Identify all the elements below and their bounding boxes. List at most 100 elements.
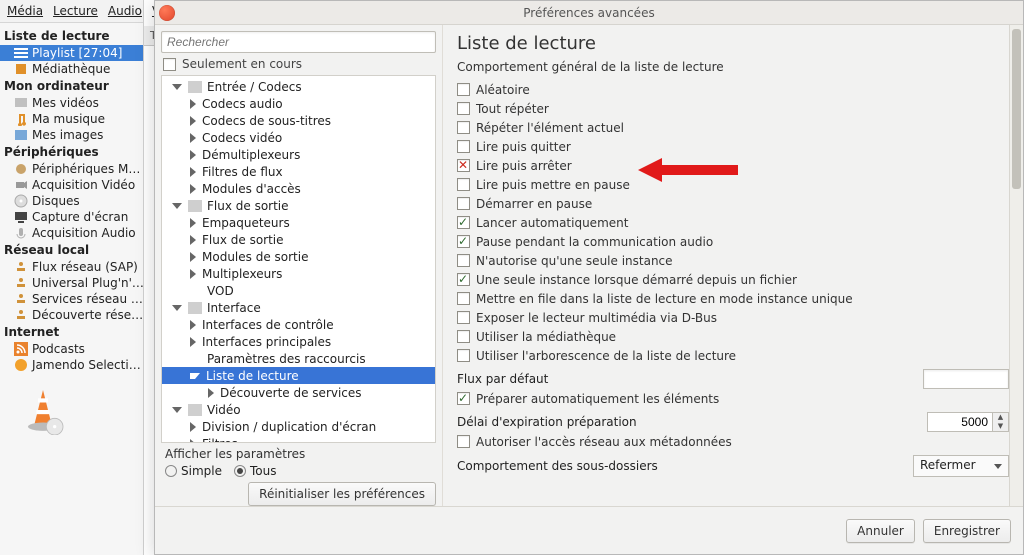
opt-allow-net[interactable]: Autoriser l'accès réseau aux métadonnées (457, 432, 1009, 451)
tree-stream-filters[interactable]: Filtres de flux (162, 163, 435, 180)
default-stream-input[interactable] (923, 369, 1009, 389)
lib-item-disks[interactable]: Disques (0, 193, 143, 209)
opt-dbus[interactable]: Exposer le lecteur multimédia via D-Bus (457, 308, 1009, 327)
opt-single-instance[interactable]: N'autorise qu'une seule instance (457, 251, 1009, 270)
radio-simple[interactable]: Simple (165, 464, 222, 478)
lib-item-playlist[interactable]: Playlist [27:04] (0, 45, 143, 61)
opt-use-media[interactable]: Utiliser la médiathèque (457, 327, 1009, 346)
opt-random[interactable]: Aléatoire (457, 80, 1009, 99)
tree-codecs-subtitles[interactable]: Codecs de sous-titres (162, 112, 435, 129)
tree-hotkeys[interactable]: Paramètres des raccourcis (162, 350, 435, 367)
chevron-down-icon: ▼ (993, 422, 1008, 431)
lib-item-jamendo[interactable]: Jamendo Selecti… (0, 357, 143, 373)
tree-ctrl-interfaces[interactable]: Interfaces de contrôle (162, 316, 435, 333)
lib-item-upnp[interactable]: Universal Plug'n'… (0, 275, 143, 291)
lib-item-netservices[interactable]: Services réseau … (0, 291, 143, 307)
reset-button[interactable]: Réinitialiser les préférences (248, 482, 436, 506)
lib-item-devices[interactable]: Périphériques M… (0, 161, 143, 177)
tree-main-interfaces[interactable]: Interfaces principales (162, 333, 435, 350)
opt-single-file[interactable]: Une seule instance lorsque démarré depui… (457, 270, 1009, 289)
spinner-buttons[interactable]: ▲▼ (993, 412, 1009, 432)
images-icon (14, 128, 28, 142)
lib-item-label: Playlist [27:04] (32, 46, 122, 60)
lib-item-mediatheque[interactable]: Médiathèque (0, 61, 143, 77)
media-icon (14, 62, 28, 76)
tree-filters[interactable]: Filtres (162, 435, 435, 443)
vlc-logo-icon (18, 385, 68, 435)
tree-entry-codecs[interactable]: Entrée / Codecs (162, 78, 435, 95)
lib-item-capture[interactable]: Capture d'écran (0, 209, 143, 225)
prep-timeout-spinner[interactable]: ▲▼ (927, 412, 1009, 432)
opt-start-paused[interactable]: Démarrer en pause (457, 194, 1009, 213)
opt-repeat-all[interactable]: Tout répéter (457, 99, 1009, 118)
tree-video[interactable]: Vidéo (162, 401, 435, 418)
opt-enqueue[interactable]: Mettre en file dans la liste de lecture … (457, 289, 1009, 308)
opt-use-tree[interactable]: Utiliser l'arborescence de la liste de l… (457, 346, 1009, 365)
lib-item-music[interactable]: Ma musique (0, 111, 143, 127)
lib-header-internet: Internet (0, 323, 143, 341)
cancel-button[interactable]: Annuler (846, 519, 915, 543)
chevron-up-icon: ▲ (993, 413, 1008, 422)
codecs-icon (188, 81, 202, 93)
lib-header-playlist: Liste de lecture (0, 27, 143, 45)
tree-mux[interactable]: Multiplexeurs (162, 265, 435, 282)
opt-play-stop[interactable]: Lire puis arrêter (457, 156, 1009, 175)
dialog-title: Préférences avancées (155, 1, 1023, 25)
right-panel-scrollbar[interactable] (1009, 25, 1023, 506)
close-icon[interactable] (159, 5, 175, 21)
lib-item-netdiscover[interactable]: Découverte rése… (0, 307, 143, 323)
search-input[interactable] (161, 31, 436, 53)
prep-timeout-input[interactable] (927, 412, 993, 432)
lib-item-acq-audio[interactable]: Acquisition Audio (0, 225, 143, 241)
menu-bar: Média Lecture Audio Vidéo (0, 0, 143, 23)
save-button[interactable]: Enregistrer (923, 519, 1011, 543)
radio-all[interactable]: Tous (234, 464, 277, 478)
tree-access-modules[interactable]: Modules d'accès (162, 180, 435, 197)
tree-interface[interactable]: Interface (162, 299, 435, 316)
rss-icon (14, 342, 28, 356)
menu-media[interactable]: Média (4, 3, 46, 19)
opt-play-pause[interactable]: Lire puis mettre en pause (457, 175, 1009, 194)
preferences-tree[interactable]: Entrée / Codecs Codecs audio Codecs de s… (161, 75, 436, 443)
library-tree: Liste de lecture Playlist [27:04] Médiat… (0, 23, 143, 377)
opt-pause-comm[interactable]: Pause pendant la communication audio (457, 232, 1009, 251)
tree-codecs-video[interactable]: Codecs vidéo (162, 129, 435, 146)
tree-vod[interactable]: VOD (162, 282, 435, 299)
tree-splitter[interactable]: Division / duplication d'écran (162, 418, 435, 435)
device-icon (14, 162, 28, 176)
subfolders-select[interactable]: Refermer (913, 455, 1009, 477)
lib-item-acq-video[interactable]: Acquisition Vidéo (0, 177, 143, 193)
lib-item-videos[interactable]: Mes vidéos (0, 95, 143, 111)
checkbox-icon (163, 58, 176, 71)
menu-lecture[interactable]: Lecture (50, 3, 101, 19)
dialog-titlebar: Préférences avancées (155, 1, 1023, 25)
audio-in-icon (14, 226, 28, 240)
only-current-checkbox[interactable]: Seulement en cours (163, 57, 434, 71)
dialog-footer: Annuler Enregistrer (155, 506, 1023, 554)
lib-item-sap[interactable]: Flux réseau (SAP) (0, 259, 143, 275)
lib-item-podcasts[interactable]: Podcasts (0, 341, 143, 357)
lib-header-lan: Réseau local (0, 241, 143, 259)
tree-service-discovery[interactable]: Découverte de services (162, 384, 435, 401)
tree-sout-stream[interactable]: Flux de sortie (162, 231, 435, 248)
opt-play-quit[interactable]: Lire puis quitter (457, 137, 1009, 156)
opt-repeat-current[interactable]: Répéter l'élément actuel (457, 118, 1009, 137)
tree-codecs-audio[interactable]: Codecs audio (162, 95, 435, 112)
tree-stream-output[interactable]: Flux de sortie (162, 197, 435, 214)
screen-icon (14, 210, 28, 224)
tree-demux[interactable]: Démultiplexeurs (162, 146, 435, 163)
opt-autostart[interactable]: Lancer automatiquement (457, 213, 1009, 232)
services-icon (14, 292, 28, 306)
opt-auto-prep[interactable]: Préparer automatiquement les éléments (457, 389, 1009, 408)
prep-timeout-label: Délai d'expiration préparation (457, 415, 637, 429)
preferences-left-panel: Seulement en cours Entrée / Codecs Codec… (155, 25, 443, 506)
interface-icon (188, 302, 202, 314)
prep-timeout-row: Délai d'expiration préparation ▲▼ (457, 412, 1009, 432)
preferences-dialog: Préférences avancées Seulement en cours … (154, 0, 1024, 555)
tree-output-modules[interactable]: Modules de sortie (162, 248, 435, 265)
tree-packetizers[interactable]: Empaqueteurs (162, 214, 435, 231)
menu-audio[interactable]: Audio (105, 3, 145, 19)
lib-item-images[interactable]: Mes images (0, 127, 143, 143)
tree-playlist[interactable]: Liste de lecture (162, 367, 435, 384)
video-tree-icon (188, 404, 202, 416)
